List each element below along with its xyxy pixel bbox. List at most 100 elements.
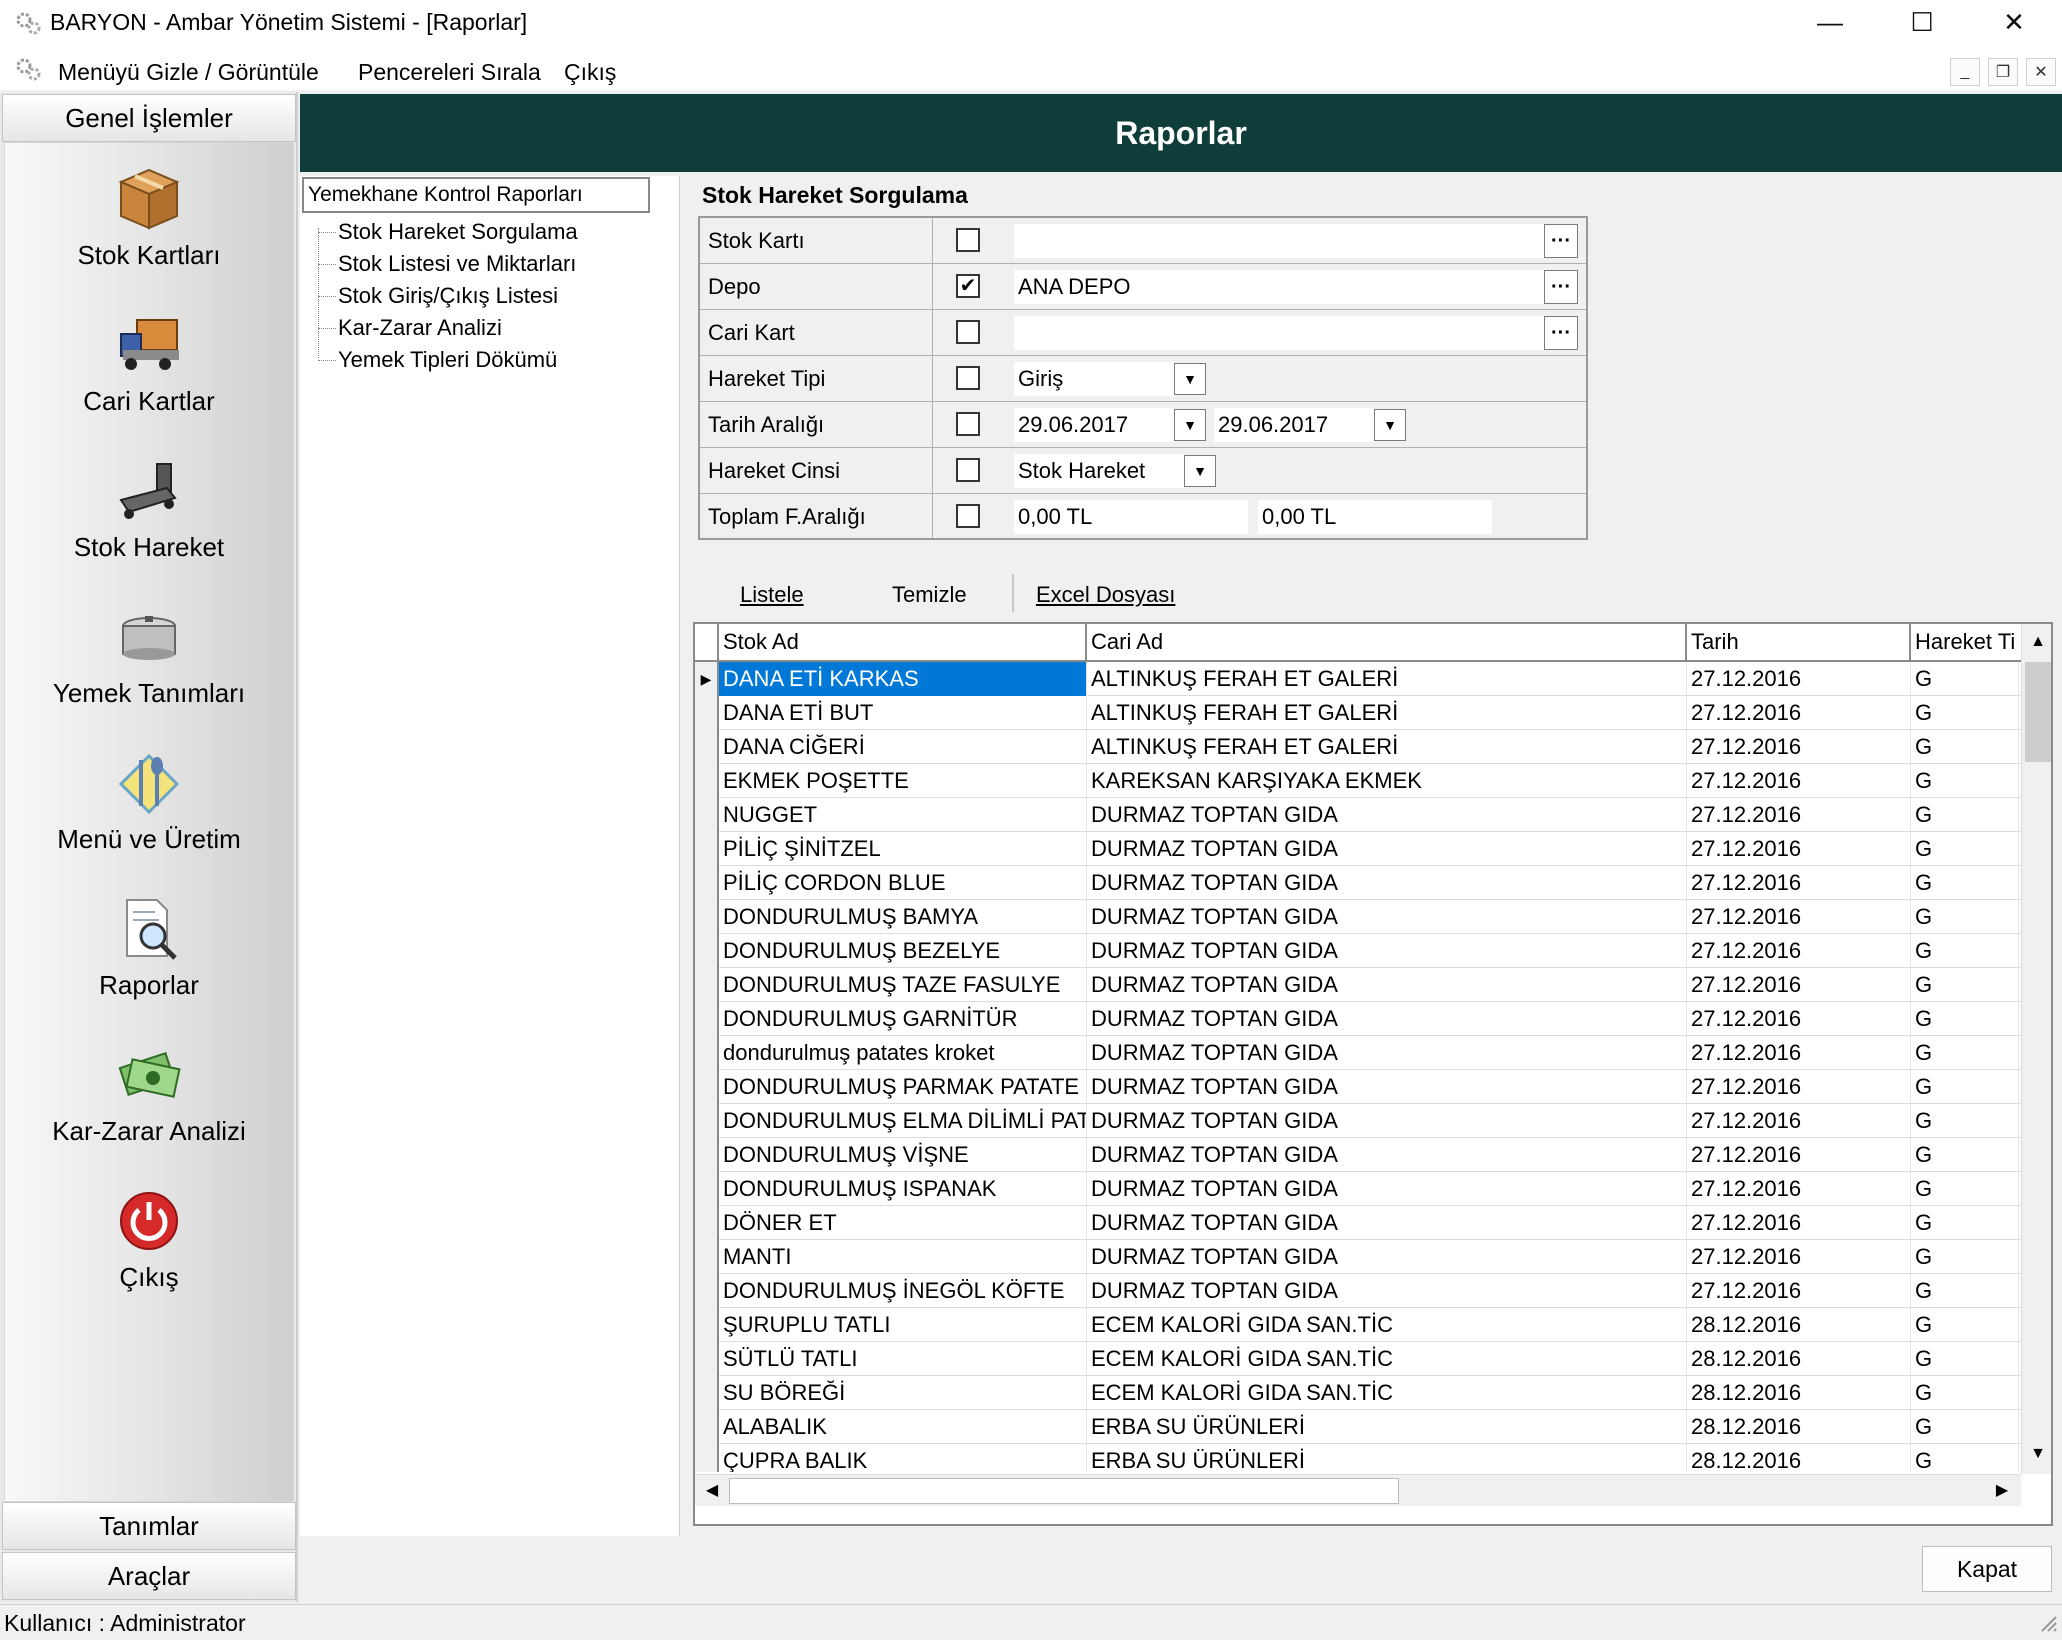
table-row[interactable]: DANA CİĞERİ ALTINKUŞ FERAH ET GALERİ 27.12…	[695, 730, 2021, 764]
sidebar-item-stock-movement[interactable]: Stok Hareket	[4, 452, 294, 598]
cell-date[interactable]: 28.12.2016	[1687, 1410, 1911, 1444]
cell-movement-type[interactable]: G	[1911, 1206, 2019, 1240]
cell-date[interactable]: 27.12.2016	[1687, 1070, 1911, 1104]
cell-stock-name[interactable]: DONDURULMUŞ ISPANAK	[719, 1172, 1087, 1206]
cell-movement-type[interactable]: G	[1911, 730, 2019, 764]
cell-current-name[interactable]: DURMAZ TOPTAN GIDA	[1087, 866, 1687, 900]
tree-node-stock-list[interactable]: Stok Listesi ve Miktarları	[338, 250, 576, 278]
horizontal-scroll-thumb[interactable]	[729, 1478, 1399, 1504]
row-selector[interactable]	[695, 1070, 719, 1104]
cell-current-name[interactable]: DURMAZ TOPTAN GIDA	[1087, 1070, 1687, 1104]
sidebar-item-current-cards[interactable]: Cari Kartlar	[4, 306, 294, 452]
cell-stock-name[interactable]: DANA ETİ KARKAS	[719, 662, 1087, 696]
cell-date[interactable]: 27.12.2016	[1687, 730, 1911, 764]
cell-date[interactable]: 27.12.2016	[1687, 1138, 1911, 1172]
movement-kind-checkbox[interactable]	[956, 458, 980, 482]
table-row[interactable]: DONDURULMUŞ BAMYA DURMAZ TOPTAN GIDA 27.12…	[695, 900, 2021, 934]
cell-stock-name[interactable]: PİLİÇ ŞİNİTZEL	[719, 832, 1087, 866]
cell-current-name[interactable]: DURMAZ TOPTAN GIDA	[1087, 1240, 1687, 1274]
cell-current-name[interactable]: DURMAZ TOPTAN GIDA	[1087, 1138, 1687, 1172]
total-range-checkbox[interactable]	[956, 504, 980, 528]
current-card-field[interactable]	[1014, 316, 1544, 350]
cell-stock-name[interactable]: dondurulmuş patates kroket	[719, 1036, 1087, 1070]
warehouse-checkbox[interactable]: ✔	[956, 274, 980, 298]
stock-card-checkbox[interactable]	[956, 228, 980, 252]
clear-button[interactable]: Temizle	[892, 578, 967, 612]
table-row[interactable]: ALABALIK ERBA SU ÜRÜNLERİ 28.12.2016 G	[695, 1410, 2021, 1444]
sidebar-header-tools[interactable]: Araçlar	[2, 1552, 296, 1600]
row-selector[interactable]	[695, 1002, 719, 1036]
row-selector[interactable]	[695, 1036, 719, 1070]
cell-stock-name[interactable]: DANA ETİ BUT	[719, 696, 1087, 730]
cell-movement-type[interactable]: G	[1911, 1104, 2019, 1138]
sidebar-item-menu-production[interactable]: Menü ve Üretim	[4, 744, 294, 890]
table-row[interactable]: DÖNER ET DURMAZ TOPTAN GIDA 27.12.2016 G	[695, 1206, 2021, 1240]
cell-current-name[interactable]: DURMAZ TOPTAN GIDA	[1087, 934, 1687, 968]
cell-stock-name[interactable]: DONDURULMUŞ ELMA DİLİMLİ PAT	[719, 1104, 1087, 1138]
cell-date[interactable]: 27.12.2016	[1687, 900, 1911, 934]
tree-node-stock-in-out[interactable]: Stok Giriş/Çıkış Listesi	[338, 282, 558, 310]
table-row[interactable]: DONDURULMUŞ İNEGÖL KÖFTE DURMAZ TOPTAN GI…	[695, 1274, 2021, 1308]
movement-kind-select[interactable]: Stok Hareket	[1014, 454, 1184, 488]
cell-movement-type[interactable]: G	[1911, 900, 2019, 934]
cell-movement-type[interactable]: G	[1911, 1036, 2019, 1070]
cell-stock-name[interactable]: SU BÖREĞİ	[719, 1376, 1087, 1410]
close-window-button[interactable]: ✕	[1978, 0, 2050, 44]
cell-date[interactable]: 27.12.2016	[1687, 1104, 1911, 1138]
cell-current-name[interactable]: ERBA SU ÜRÜNLERİ	[1087, 1410, 1687, 1444]
cell-current-name[interactable]: ERBA SU ÜRÜNLERİ	[1087, 1444, 1687, 1472]
current-card-browse-button[interactable]: ···	[1544, 316, 1578, 350]
row-selector[interactable]	[695, 1342, 719, 1376]
cell-movement-type[interactable]: G	[1911, 832, 2019, 866]
row-selector[interactable]	[695, 1206, 719, 1240]
movement-type-select[interactable]: Giriş	[1014, 362, 1174, 396]
cell-date[interactable]: 28.12.2016	[1687, 1444, 1911, 1472]
table-row[interactable]: NUGGET DURMAZ TOPTAN GIDA 27.12.2016 G	[695, 798, 2021, 832]
cell-stock-name[interactable]: DANA CİĞERİ	[719, 730, 1087, 764]
cell-date[interactable]: 27.12.2016	[1687, 798, 1911, 832]
cell-date[interactable]: 27.12.2016	[1687, 1172, 1911, 1206]
cell-stock-name[interactable]: ALABALIK	[719, 1410, 1087, 1444]
cell-current-name[interactable]: ECEM KALORİ GIDA SAN.TİC	[1087, 1308, 1687, 1342]
cell-movement-type[interactable]: G	[1911, 696, 2019, 730]
cell-stock-name[interactable]: PİLİÇ CORDON BLUE	[719, 866, 1087, 900]
cell-current-name[interactable]: DURMAZ TOPTAN GIDA	[1087, 798, 1687, 832]
row-selector[interactable]	[695, 1410, 719, 1444]
cell-date[interactable]: 27.12.2016	[1687, 696, 1911, 730]
list-button[interactable]: Listele	[740, 578, 804, 612]
row-selector[interactable]	[695, 900, 719, 934]
row-selector[interactable]	[695, 832, 719, 866]
cell-movement-type[interactable]: G	[1911, 798, 2019, 832]
date-to-picker[interactable]: 29.06.2017	[1214, 408, 1374, 442]
cell-date[interactable]: 27.12.2016	[1687, 764, 1911, 798]
row-selector[interactable]	[695, 934, 719, 968]
table-row[interactable]: DONDURULMUŞ ELMA DİLİMLİ PAT DURMAZ TOPTA…	[695, 1104, 2021, 1138]
cell-stock-name[interactable]: MANTI	[719, 1240, 1087, 1274]
tree-root-node[interactable]: Yemekhane Kontrol Raporları	[302, 177, 650, 213]
cell-stock-name[interactable]: DONDURULMUŞ PARMAK PATATE	[719, 1070, 1087, 1104]
cell-stock-name[interactable]: DONDURULMUŞ BEZELYE	[719, 934, 1087, 968]
cell-movement-type[interactable]: G	[1911, 1274, 2019, 1308]
cell-movement-type[interactable]: G	[1911, 662, 2019, 696]
table-row[interactable]: dondurulmuş patates kroket DURMAZ TOPTAN …	[695, 1036, 2021, 1070]
scroll-up-icon[interactable]: ▲	[2025, 628, 2051, 656]
maximize-button[interactable]: ☐	[1886, 0, 1958, 44]
total-max-field[interactable]: 0,00 TL	[1258, 500, 1492, 534]
column-header-stock-name[interactable]: Stok Ad	[719, 624, 1087, 660]
table-row[interactable]: EKMEK POŞETTE KAREKSAN KARŞIYAKA EKMEK 27.…	[695, 764, 2021, 798]
sidebar-item-exit[interactable]: Çıkış	[4, 1182, 294, 1328]
table-row[interactable]: DONDURULMUŞ ISPANAK DURMAZ TOPTAN GIDA 27.…	[695, 1172, 2021, 1206]
chevron-down-icon[interactable]: ▼	[1174, 363, 1206, 395]
cell-date[interactable]: 28.12.2016	[1687, 1308, 1911, 1342]
chevron-down-icon[interactable]: ▼	[1184, 455, 1216, 487]
cell-movement-type[interactable]: G	[1911, 764, 2019, 798]
date-range-checkbox[interactable]	[956, 412, 980, 436]
minimize-button[interactable]: —	[1794, 0, 1866, 44]
cell-stock-name[interactable]: NUGGET	[719, 798, 1087, 832]
table-row[interactable]: DONDURULMUŞ GARNİTÜR DURMAZ TOPTAN GIDA 27…	[695, 1002, 2021, 1036]
row-selector[interactable]	[695, 1308, 719, 1342]
table-row[interactable]: SU BÖREĞİ ECEM KALORİ GIDA SAN.TİC 28.12.2…	[695, 1376, 2021, 1410]
row-selector[interactable]	[695, 730, 719, 764]
cell-current-name[interactable]: ECEM KALORİ GIDA SAN.TİC	[1087, 1342, 1687, 1376]
cell-current-name[interactable]: DURMAZ TOPTAN GIDA	[1087, 1104, 1687, 1138]
